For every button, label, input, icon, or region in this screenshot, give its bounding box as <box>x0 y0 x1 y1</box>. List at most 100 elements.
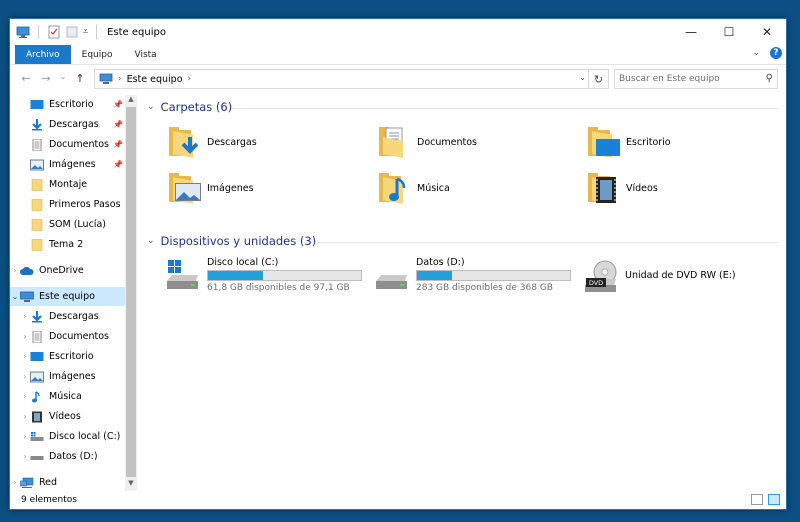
folder-tile-imagenes[interactable]: Imágenes <box>169 173 254 204</box>
recent-locations-icon[interactable]: ⌄ <box>56 72 70 85</box>
nav-item-pc-descargas[interactable]: › Descargas <box>10 307 125 326</box>
network-icon <box>20 477 34 488</box>
folder-tile-videos[interactable]: Vídeos <box>588 173 658 204</box>
breadcrumb-separator-icon[interactable]: › <box>188 74 192 84</box>
drive-usage-fill <box>208 271 264 280</box>
nav-item-pc-imagenes[interactable]: › Imágenes <box>10 367 125 386</box>
scroll-down-arrow-icon[interactable]: ▼ <box>125 479 137 491</box>
forward-arrow-icon[interactable]: → <box>36 72 56 85</box>
group-divider <box>231 108 779 109</box>
expand-chevron-icon[interactable]: › <box>20 432 30 441</box>
nav-item-pc-videos[interactable]: › Vídeos <box>10 407 125 426</box>
nav-item-pc-documentos[interactable]: › Documentos <box>10 327 125 346</box>
expand-chevron-icon[interactable]: › <box>20 392 30 401</box>
search-input[interactable]: Buscar en Este equipo ⚲ <box>614 69 778 89</box>
document-icon <box>32 330 42 343</box>
drive-tile-dvd-e[interactable]: DVD Unidad de DVD RW (E:) <box>583 259 736 295</box>
expand-chevron-icon[interactable]: › <box>20 352 30 361</box>
drive-icon <box>376 275 407 289</box>
new-folder-icon[interactable] <box>65 25 79 39</box>
drive-free-space: 61,8 GB disponibles de 97,1 GB <box>207 283 350 293</box>
desktop-icon <box>30 99 44 109</box>
computer-icon <box>16 26 30 38</box>
ribbon-tabs: Archivo Equipo Vista ⌄ ? <box>10 45 786 65</box>
drive-free-space: 283 GB disponibles de 368 GB <box>416 283 553 293</box>
nav-item-red[interactable]: › Red <box>10 473 125 491</box>
nav-item-tema-2[interactable]: Tema 2 <box>10 235 125 254</box>
nav-item-este-equipo[interactable]: ⌄ Este equipo <box>10 287 125 306</box>
system-drive-icon <box>167 260 198 289</box>
search-icon: ⚲ <box>765 73 773 84</box>
group-header-dispositivos[interactable]: ⌄ Dispositivos y unidades (3) <box>147 234 316 248</box>
drive-usage-bar <box>416 270 571 281</box>
nav-item-pc-disco-c[interactable]: › Disco local (C:) <box>10 427 125 446</box>
nav-item-onedrive[interactable]: › OneDrive <box>10 261 125 280</box>
collapse-chevron-icon[interactable]: ⌄ <box>147 236 155 246</box>
drive-tile-disco-c[interactable]: Disco local (C:) 61,8 GB disponibles de … <box>165 257 362 293</box>
breadcrumb-separator-icon: › <box>118 74 122 84</box>
maximize-button[interactable]: ☐ <box>710 19 748 45</box>
expand-chevron-icon[interactable]: › <box>20 412 30 421</box>
customize-qat-icon[interactable]: ⩡ <box>83 27 88 37</box>
tab-archivo[interactable]: Archivo <box>15 45 71 64</box>
nav-item-montaje[interactable]: Montaje <box>10 175 125 194</box>
drive-tile-datos-d[interactable]: Datos (D:) 283 GB disponibles de 368 GB <box>374 257 571 293</box>
expand-chevron-icon[interactable]: › <box>20 452 30 461</box>
tab-equipo[interactable]: Equipo <box>71 45 124 64</box>
drive-usage-bar <box>207 270 362 281</box>
pictures-folder-icon <box>169 173 201 204</box>
nav-item-primeros-pasos[interactable]: Primeros Pasos <box>10 195 125 214</box>
minimize-button[interactable]: — <box>672 19 710 45</box>
pictures-icon <box>30 371 44 382</box>
desktop-folder-icon <box>588 127 620 158</box>
download-icon <box>32 118 42 130</box>
documents-folder-icon <box>379 127 411 158</box>
video-icon <box>32 411 42 422</box>
collapse-chevron-icon[interactable]: ⌄ <box>10 292 20 301</box>
videos-folder-icon <box>588 173 620 204</box>
nav-item-pc-datos-d[interactable]: › Datos (D:) <box>10 447 125 466</box>
nav-scrollbar[interactable]: ▲ ▼ <box>125 95 137 491</box>
address-bar[interactable]: › Este equipo › ⌄ ↻ <box>94 69 609 89</box>
nav-item-descargas[interactable]: Descargas 📌 <box>10 115 125 134</box>
expand-chevron-icon[interactable]: › <box>20 332 30 341</box>
music-note-icon <box>32 390 40 402</box>
drive-name: Datos (D:) <box>416 257 465 268</box>
drive-icon <box>30 431 44 441</box>
nav-item-som-lucia[interactable]: SOM (Lucía) <box>10 215 125 234</box>
computer-icon <box>20 291 34 302</box>
folder-tile-musica[interactable]: Música <box>379 173 450 204</box>
breadcrumb-este-equipo[interactable]: Este equipo <box>127 74 183 85</box>
dvd-drive-icon: DVD <box>585 260 617 292</box>
nav-item-imagenes[interactable]: Imágenes 📌 <box>10 155 125 174</box>
refresh-icon[interactable]: ↻ <box>588 70 608 88</box>
expand-chevron-icon[interactable]: › <box>20 312 30 321</box>
nav-item-escritorio[interactable]: Escritorio 📌 <box>10 95 125 114</box>
scroll-thumb[interactable] <box>126 107 136 477</box>
back-arrow-icon[interactable]: ← <box>16 72 36 85</box>
folder-tile-documentos[interactable]: Documentos <box>379 127 477 158</box>
tab-vista[interactable]: Vista <box>123 45 167 64</box>
nav-item-documentos[interactable]: Documentos 📌 <box>10 135 125 154</box>
computer-icon <box>99 73 113 84</box>
drive-name: Unidad de DVD RW (E:) <box>625 269 736 281</box>
folder-tile-descargas[interactable]: Descargas <box>169 127 257 158</box>
folder-tile-escritorio[interactable]: Escritorio <box>588 127 671 158</box>
group-header-carpetas[interactable]: ⌄ Carpetas (6) <box>147 100 232 114</box>
large-icons-view-icon[interactable] <box>768 494 780 505</box>
details-view-icon[interactable] <box>751 494 763 505</box>
navigation-pane: Escritorio 📌 Descargas 📌 Documentos 📌 Im… <box>10 95 137 491</box>
expand-chevron-icon[interactable]: › <box>10 478 20 487</box>
address-dropdown-icon[interactable]: ⌄ <box>579 73 586 82</box>
properties-icon[interactable] <box>47 25 61 39</box>
scroll-up-arrow-icon[interactable]: ▲ <box>125 95 137 107</box>
up-arrow-icon[interactable]: ↑ <box>70 72 90 85</box>
expand-ribbon-icon[interactable]: ⌄ <box>752 48 760 58</box>
nav-item-pc-musica[interactable]: › Música <box>10 387 125 406</box>
help-icon[interactable]: ? <box>770 47 782 59</box>
close-button[interactable]: ✕ <box>748 19 786 45</box>
collapse-chevron-icon[interactable]: ⌄ <box>147 102 155 112</box>
nav-item-pc-escritorio[interactable]: › Escritorio <box>10 347 125 366</box>
expand-chevron-icon[interactable]: › <box>20 372 30 381</box>
expand-chevron-icon[interactable]: › <box>10 266 20 275</box>
